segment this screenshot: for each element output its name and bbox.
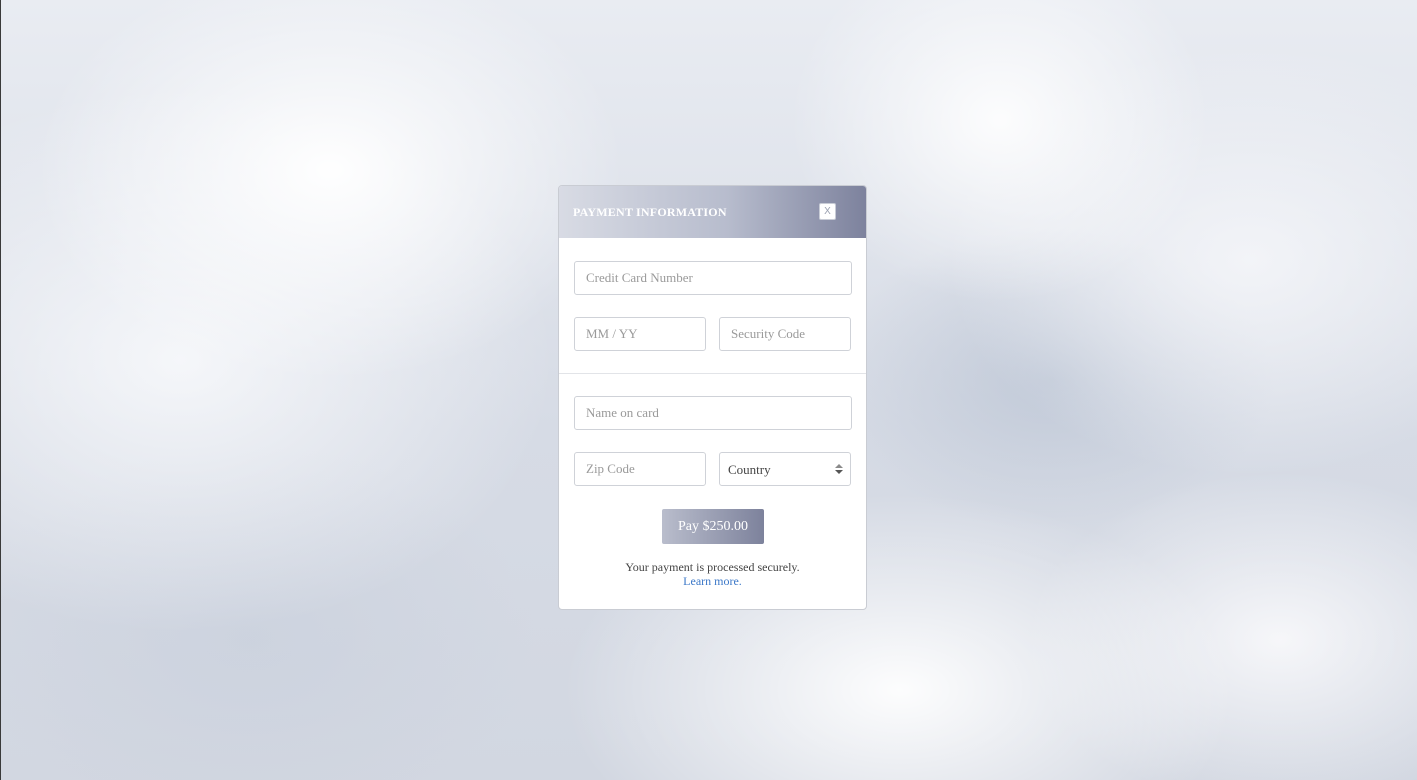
secure-notice: Your payment is processed securely.	[625, 560, 800, 574]
expiry-input[interactable]	[574, 317, 706, 351]
payment-modal: PAYMENT INFORMATION X Country Pay $250.0…	[558, 185, 867, 610]
name-on-card-input[interactable]	[574, 396, 852, 430]
modal-title: PAYMENT INFORMATION	[573, 205, 727, 219]
zip-code-input[interactable]	[574, 452, 706, 486]
security-code-input[interactable]	[719, 317, 851, 351]
learn-more-link[interactable]: Learn more.	[683, 574, 742, 588]
country-select[interactable]: Country	[719, 452, 851, 486]
modal-header: PAYMENT INFORMATION X	[559, 186, 866, 238]
country-select-value: Country	[728, 462, 771, 477]
select-arrows-icon	[835, 464, 843, 474]
close-button[interactable]: X	[819, 203, 836, 220]
section-divider	[559, 373, 866, 374]
card-number-input[interactable]	[574, 261, 852, 295]
learn-more-row: Learn more.	[559, 574, 866, 589]
window-edge	[0, 0, 1, 780]
pay-button[interactable]: Pay $250.00	[662, 509, 764, 544]
